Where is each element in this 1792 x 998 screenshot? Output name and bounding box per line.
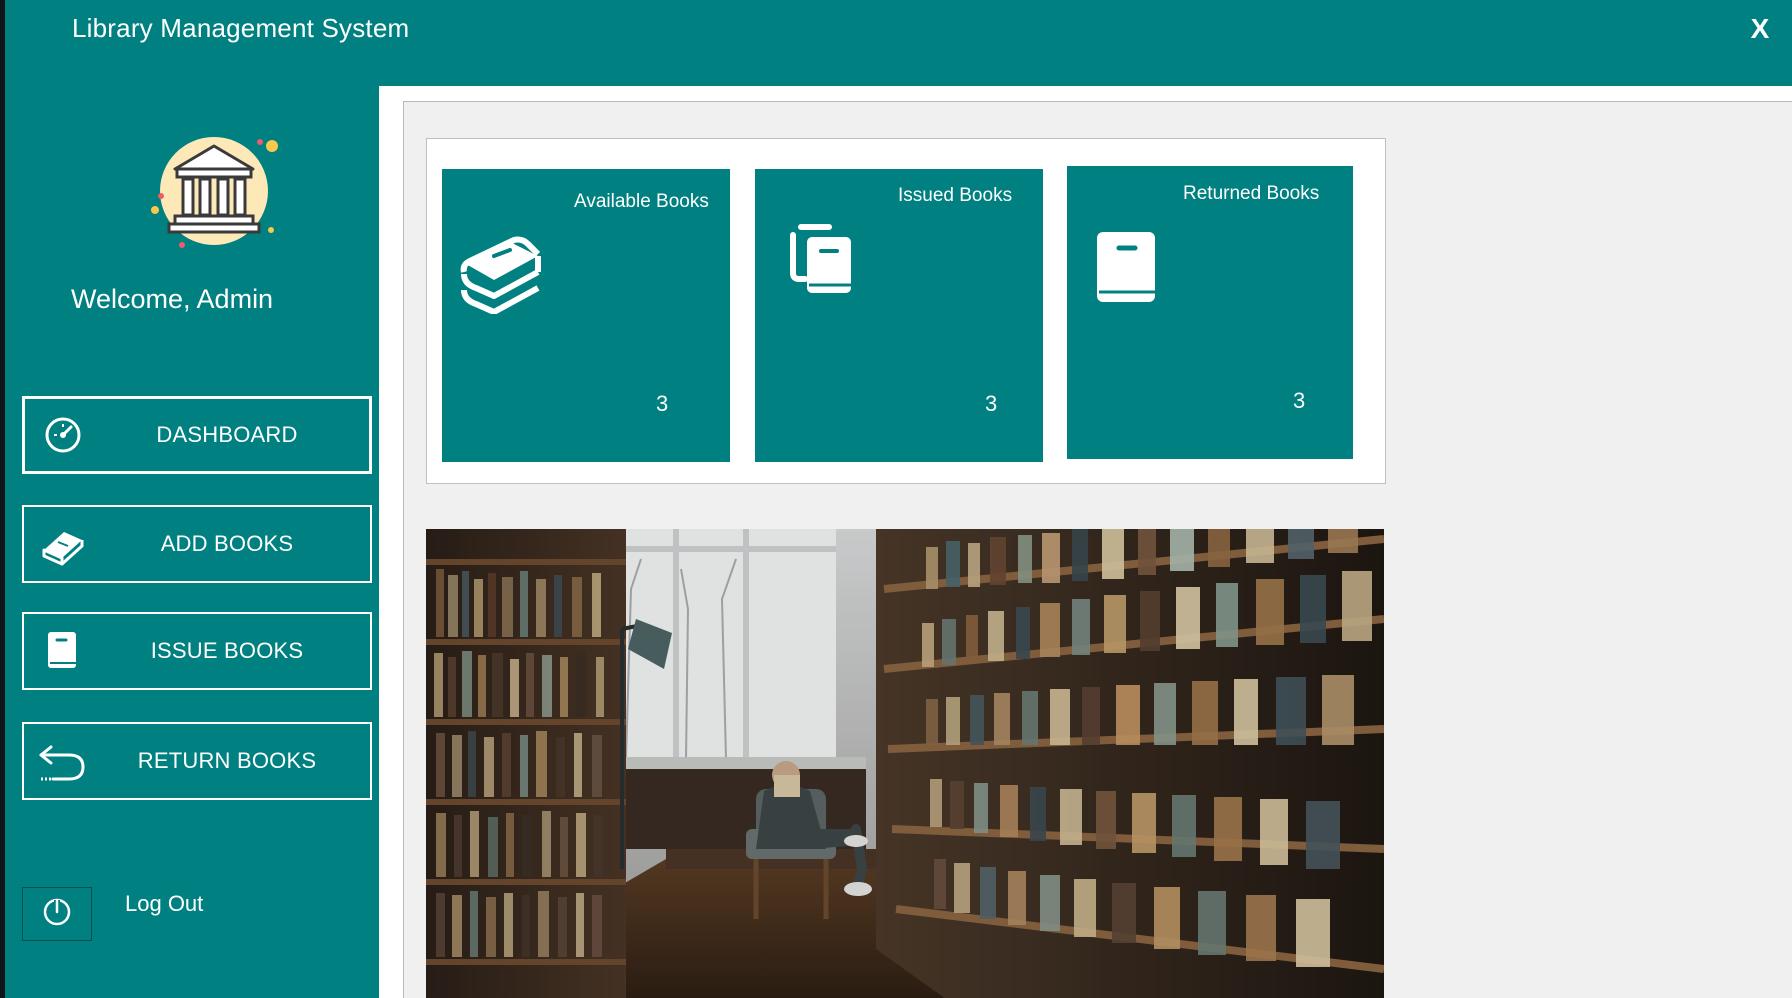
book-icon <box>36 521 88 567</box>
library-reading-photo <box>426 529 1384 998</box>
single-book-icon <box>1095 230 1157 309</box>
return-books-button[interactable]: RETURN BOOKS <box>22 722 372 800</box>
content-area: Available Books 3 Issued Books 3 Returne… <box>379 86 1792 998</box>
logout-button[interactable] <box>22 887 92 941</box>
copy-books-icon <box>785 221 857 302</box>
issue-books-button[interactable]: ISSUE BOOKS <box>22 612 372 690</box>
add-books-button[interactable]: ADD BOOKS <box>22 505 372 583</box>
welcome-text: Welcome, Admin <box>71 284 274 314</box>
window-title: Library Management System <box>72 13 410 43</box>
issued-books-card[interactable]: Issued Books 3 <box>755 169 1043 462</box>
main-window: Library Management System X Welcome, Adm… <box>5 0 1792 998</box>
card-count: 3 <box>1293 388 1306 413</box>
stats-cards-frame: Available Books 3 Issued Books 3 Returne… <box>426 138 1386 484</box>
issue-books-label: ISSUE BOOKS <box>150 638 304 663</box>
books-stack-icon <box>458 224 544 319</box>
title-bar[interactable]: Library Management System X <box>5 0 1792 86</box>
return-books-label: RETURN BOOKS <box>137 748 317 773</box>
returned-books-card[interactable]: Returned Books 3 <box>1067 166 1353 459</box>
add-books-label: ADD BOOKS <box>160 531 294 556</box>
card-title: Issued Books <box>898 185 1013 206</box>
app-root: Library Management System X Welcome, Adm… <box>0 0 1792 998</box>
card-title: Returned Books <box>1183 183 1320 204</box>
sidebar: Welcome, Admin DASHBOARD ADD BOOKS ISSUE… <box>5 86 379 998</box>
power-icon <box>40 895 74 934</box>
card-count: 3 <box>985 391 998 416</box>
library-building-icon <box>147 132 281 250</box>
dashboard-button[interactable]: DASHBOARD <box>22 396 372 474</box>
dashboard-panel: Available Books 3 Issued Books 3 Returne… <box>403 101 1792 998</box>
close-button[interactable]: X <box>1744 12 1776 46</box>
card-count: 3 <box>656 391 669 416</box>
dashboard-label: DASHBOARD <box>156 422 298 447</box>
dashboard-gauge-icon <box>37 412 89 458</box>
card-title: Available Books <box>574 191 709 212</box>
logout-label[interactable]: Log Out <box>125 891 203 917</box>
single-book-icon <box>36 628 88 674</box>
available-books-card[interactable]: Available Books 3 <box>442 169 730 462</box>
return-arrow-icon <box>36 738 88 784</box>
